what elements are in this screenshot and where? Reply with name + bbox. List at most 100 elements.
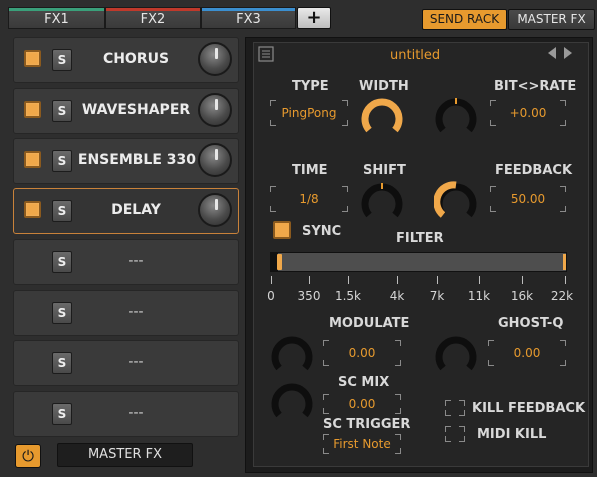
filter-tick-label: 16k	[510, 289, 534, 303]
slot-mix-knob[interactable]	[198, 42, 232, 76]
preset-list-icon[interactable]	[256, 44, 276, 64]
scmix-knob[interactable]	[270, 380, 314, 424]
solo-button[interactable]: S	[52, 352, 72, 374]
slot-mix-knob[interactable]	[198, 93, 232, 127]
bit-knob[interactable]	[434, 95, 478, 139]
sync-checkbox[interactable]	[273, 221, 291, 239]
fx-slot-7[interactable]: S ---	[13, 340, 239, 386]
time-value: 1/8	[299, 192, 319, 206]
send-rack-button[interactable]: SEND RACK	[422, 9, 507, 30]
preset-nav[interactable]	[546, 46, 578, 63]
slot-enable-toggle[interactable]	[24, 50, 41, 67]
feedback-field[interactable]: 50.00	[490, 186, 566, 212]
ghostq-field[interactable]: 0.00	[488, 340, 566, 366]
master-fx-button[interactable]: MASTER FX	[57, 443, 193, 467]
filter-label: FILTER	[396, 231, 444, 246]
midi-kill-checkbox[interactable]	[445, 426, 465, 442]
type-label: TYPE	[292, 79, 329, 94]
slot-empty-label: ---	[128, 354, 144, 370]
feedback-knob[interactable]	[434, 180, 478, 224]
filter-range-slider[interactable]	[270, 252, 567, 272]
tab-label: FX3	[236, 12, 261, 27]
fx-slot-4[interactable]: S DELAY	[13, 188, 239, 234]
sync-label: SYNC	[302, 224, 342, 239]
shift-knob[interactable]	[360, 180, 404, 224]
shift-label: SHIFT	[363, 163, 406, 178]
fx-slot-5[interactable]: S ---	[13, 239, 239, 285]
filter-tick-label: 4k	[389, 289, 405, 303]
filter-tick-label: 0	[267, 289, 275, 303]
time-selector[interactable]: 1/8	[270, 186, 348, 212]
solo-button[interactable]: S	[52, 100, 72, 122]
fx-slot-6[interactable]: S ---	[13, 290, 239, 336]
fx-slot-3[interactable]: S AA ENSEMBLE 330	[13, 138, 239, 184]
modulate-field[interactable]: 0.00	[323, 340, 401, 366]
filter-low-handle[interactable]	[277, 254, 282, 270]
midi-kill-label: MIDI KILL	[477, 427, 547, 442]
slot-mix-knob[interactable]	[198, 193, 232, 227]
slot-effect-name: WAVESHAPER	[81, 102, 191, 118]
modulate-knob[interactable]	[270, 333, 314, 377]
filter-tick-label: 1.5k	[334, 289, 362, 303]
solo-button[interactable]: S	[52, 150, 72, 172]
sctrigger-selector[interactable]: First Note	[323, 434, 401, 454]
knob-indicator	[215, 149, 218, 160]
slot-enable-toggle[interactable]	[24, 101, 41, 118]
slot-mix-knob[interactable]	[198, 143, 232, 177]
tab-label: FX1	[44, 12, 69, 27]
bitrate-field[interactable]: +0.00	[490, 100, 566, 126]
modulate-label: MODULATE	[329, 316, 410, 331]
knob-indicator	[215, 199, 218, 210]
slot-effect-name: AA ENSEMBLE 330	[76, 152, 196, 168]
kill-feedback-checkbox[interactable]	[445, 400, 465, 416]
solo-button[interactable]: S	[52, 251, 72, 273]
width-knob[interactable]	[360, 95, 404, 139]
filter-tick	[348, 276, 349, 284]
tab-color-bar	[202, 8, 295, 11]
solo-button[interactable]: S	[52, 49, 72, 71]
fx-slot-1[interactable]: S CHORUS	[13, 37, 239, 83]
tab-fx3[interactable]: FX3	[201, 7, 296, 29]
tab-fx1[interactable]: FX1	[8, 7, 105, 29]
type-selector[interactable]: PingPong	[270, 100, 348, 126]
knob-indicator	[215, 99, 218, 110]
slot-enable-toggle[interactable]	[24, 201, 41, 218]
feedback-label: FEEDBACK	[495, 163, 573, 178]
power-button[interactable]: ⏻	[15, 444, 41, 468]
master-fx-tab[interactable]: MASTER FX	[508, 9, 595, 30]
filter-tick	[565, 276, 566, 284]
ghostq-value: 0.00	[513, 346, 541, 360]
preset-name[interactable]: untitled	[390, 48, 440, 63]
slot-effect-name: DELAY	[111, 202, 161, 218]
filter-tick	[271, 276, 272, 284]
add-tab-button[interactable]: +	[297, 7, 331, 29]
slot-enable-toggle[interactable]	[24, 151, 41, 168]
modulate-value: 0.00	[348, 346, 376, 360]
knob-indicator	[215, 48, 218, 59]
solo-button[interactable]: S	[52, 403, 72, 425]
scmix-field[interactable]: 0.00	[323, 394, 401, 414]
slot-empty-label: ---	[128, 304, 144, 320]
filter-tick	[309, 276, 310, 284]
fx-slot-2[interactable]: S WAVESHAPER	[13, 88, 239, 134]
ghostq-knob[interactable]	[434, 333, 478, 377]
tab-color-bar	[9, 8, 104, 11]
solo-button[interactable]: S	[52, 302, 72, 324]
bitrate-label: BIT<>RATE	[494, 79, 577, 94]
fx-slot-8[interactable]: S ---	[13, 391, 239, 437]
scmix-label: SC MIX	[338, 375, 390, 390]
slot-empty-label: ---	[128, 405, 144, 421]
fx-rack-window: FX1 FX2 FX3 + SEND RACK MASTER FX S CHOR…	[0, 0, 597, 477]
kill-feedback-label: KILL FEEDBACK	[472, 401, 586, 416]
slot-empty-label: ---	[128, 253, 144, 269]
tab-label: FX2	[140, 12, 166, 27]
solo-button[interactable]: S	[52, 200, 72, 222]
filter-tick	[522, 276, 523, 284]
scmix-value: 0.00	[348, 397, 376, 411]
filter-high-handle[interactable]	[563, 254, 566, 270]
sctrigger-value: First Note	[333, 437, 391, 451]
tab-fx2[interactable]: FX2	[105, 7, 201, 29]
filter-tick-label: 350	[297, 289, 321, 303]
tab-color-bar	[106, 8, 200, 11]
type-value: PingPong	[281, 106, 337, 120]
